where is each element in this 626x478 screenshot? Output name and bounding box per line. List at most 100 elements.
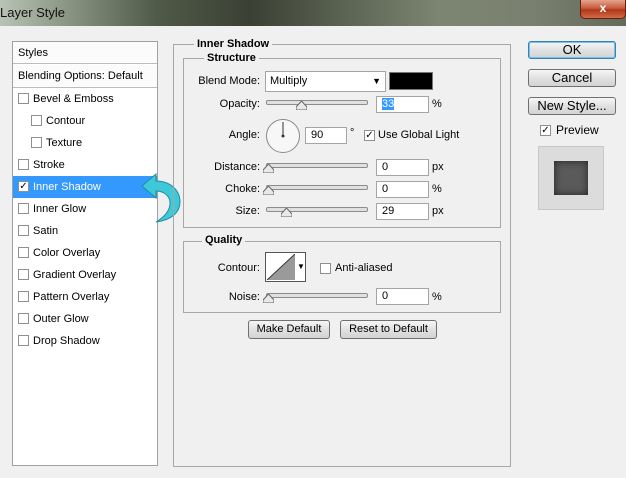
size-input[interactable]: 29 xyxy=(376,203,429,220)
ok-button[interactable]: OK xyxy=(528,41,616,59)
drop-shadow-checkbox[interactable] xyxy=(18,335,29,346)
sidebar-item-label: Outer Glow xyxy=(33,313,89,325)
noise-label: Noise: xyxy=(228,291,260,303)
use-global-light-label: Use Global Light xyxy=(378,129,460,141)
size-label: Size: xyxy=(235,205,260,217)
sidebar-item-label: Pattern Overlay xyxy=(33,291,110,303)
noise-unit: % xyxy=(432,291,442,303)
sidebar-item-label: Inner Glow xyxy=(33,203,87,215)
sidebar-item-label: Stroke xyxy=(33,159,65,171)
choke-slider-track[interactable] xyxy=(266,185,368,190)
use-global-light-checkbox[interactable]: ✓ xyxy=(364,130,375,141)
sidebar-item-label: Satin xyxy=(33,225,59,237)
sidebar-item-outer-glow[interactable]: Outer Glow xyxy=(13,308,157,330)
contour-label: Contour: xyxy=(217,262,260,274)
inner-shadow-checkbox[interactable]: ✓ xyxy=(18,181,29,192)
satin-checkbox[interactable] xyxy=(18,225,29,236)
sidebar-item-contour[interactable]: Contour xyxy=(13,110,157,132)
blending-options-label: Blending Options: Default xyxy=(18,70,143,82)
sidebar-item-label: Drop Shadow xyxy=(33,335,100,347)
preview-label: Preview xyxy=(556,123,599,137)
gradient-overlay-checkbox[interactable] xyxy=(18,269,29,280)
noise-slider-track[interactable] xyxy=(266,293,368,298)
choke-slider-thumb[interactable] xyxy=(263,186,274,195)
chevron-down-icon: ▼ xyxy=(372,76,381,86)
sidebar-item-inner-shadow[interactable]: ✓ Inner Shadow xyxy=(13,176,157,198)
angle-degree-unit: ° xyxy=(350,127,355,139)
stroke-checkbox[interactable] xyxy=(18,159,29,170)
opacity-unit: % xyxy=(432,98,442,110)
sidebar-item-gradient-overlay[interactable]: Gradient Overlay xyxy=(13,264,157,286)
sidebar-item-satin[interactable]: Satin xyxy=(13,220,157,242)
noise-slider-thumb[interactable] xyxy=(263,294,274,303)
preview-checkbox[interactable]: ✓ xyxy=(540,125,551,136)
sidebar-item-label: Inner Shadow xyxy=(33,181,101,193)
panel-title: Inner Shadow xyxy=(194,38,273,50)
blend-mode-select[interactable]: Multiply ▼ xyxy=(265,71,386,92)
choke-value: 0 xyxy=(382,183,389,195)
choke-input[interactable]: 0 xyxy=(376,181,429,198)
sidebar-item-label: Gradient Overlay xyxy=(33,269,117,281)
styles-header-label: Styles xyxy=(18,47,48,59)
noise-input[interactable]: 0 xyxy=(376,288,429,305)
reset-to-default-button[interactable]: Reset to Default xyxy=(340,320,437,339)
size-slider-thumb[interactable] xyxy=(281,208,292,217)
distance-unit: px xyxy=(432,161,444,173)
size-value: 29 xyxy=(382,205,395,217)
sidebar-item-stroke[interactable]: Stroke xyxy=(13,154,157,176)
opacity-value: 33 xyxy=(382,98,395,110)
angle-input[interactable]: 90 xyxy=(305,127,347,144)
opacity-slider-track[interactable] xyxy=(266,100,368,105)
preview-swatch xyxy=(554,161,588,195)
quality-legend: Quality xyxy=(202,234,246,246)
choke-label: Choke: xyxy=(225,183,260,195)
sidebar-item-label: Bevel & Emboss xyxy=(33,93,114,105)
size-unit: px xyxy=(432,205,444,217)
contour-checkbox[interactable] xyxy=(31,115,42,126)
angle-label: Angle: xyxy=(228,129,260,141)
distance-label: Distance: xyxy=(214,161,260,173)
outer-glow-checkbox[interactable] xyxy=(18,313,29,324)
preview-thumbnail xyxy=(538,146,604,210)
structure-legend: Structure xyxy=(204,52,259,64)
pattern-overlay-checkbox[interactable] xyxy=(18,291,29,302)
angle-dial[interactable] xyxy=(265,118,301,154)
styles-header[interactable]: Styles xyxy=(13,42,157,64)
sidebar-item-color-overlay[interactable]: Color Overlay xyxy=(13,242,157,264)
close-button[interactable]: x xyxy=(580,0,626,19)
bevel-emboss-checkbox[interactable] xyxy=(18,93,29,104)
make-default-button[interactable]: Make Default xyxy=(248,320,330,339)
anti-aliased-checkbox[interactable] xyxy=(320,263,331,274)
color-overlay-checkbox[interactable] xyxy=(18,247,29,258)
sidebar-item-label: Texture xyxy=(46,137,83,149)
sidebar-item-label: Contour xyxy=(46,115,86,127)
distance-slider-thumb[interactable] xyxy=(263,164,274,173)
contour-preview-icon xyxy=(267,254,295,280)
title-bar xyxy=(0,0,626,26)
styles-list: Styles Blending Options: Default Bevel &… xyxy=(12,41,158,466)
opacity-slider-thumb[interactable] xyxy=(296,101,307,110)
new-style-button[interactable]: New Style... xyxy=(528,97,616,115)
sidebar-item-label: Color Overlay xyxy=(33,247,101,259)
sidebar-item-bevel-emboss[interactable]: Bevel & Emboss xyxy=(13,88,157,110)
cancel-button[interactable]: Cancel xyxy=(528,69,616,87)
distance-slider-track[interactable] xyxy=(266,163,368,168)
texture-checkbox[interactable] xyxy=(31,137,42,148)
choke-unit: % xyxy=(432,183,442,195)
shadow-color-swatch[interactable] xyxy=(389,72,433,90)
sidebar-item-drop-shadow[interactable]: Drop Shadow xyxy=(13,330,157,352)
contour-dropdown-icon[interactable]: ▼ xyxy=(297,262,305,271)
anti-aliased-label: Anti-aliased xyxy=(335,262,393,274)
sidebar-item-texture[interactable]: Texture xyxy=(13,132,157,154)
angle-value: 90 xyxy=(311,129,324,141)
sidebar-item-inner-glow[interactable]: Inner Glow xyxy=(13,198,157,220)
sidebar-item-pattern-overlay[interactable]: Pattern Overlay xyxy=(13,286,157,308)
close-icon: x xyxy=(599,1,607,15)
blend-mode-label: Blend Mode: xyxy=(198,75,260,87)
blending-options-item[interactable]: Blending Options: Default xyxy=(13,65,157,88)
inner-glow-checkbox[interactable] xyxy=(18,203,29,214)
opacity-label: Opacity: xyxy=(219,98,260,110)
distance-input[interactable]: 0 xyxy=(376,159,429,176)
contour-picker[interactable]: ▼ xyxy=(265,252,306,282)
opacity-input[interactable]: 33 xyxy=(376,96,429,113)
